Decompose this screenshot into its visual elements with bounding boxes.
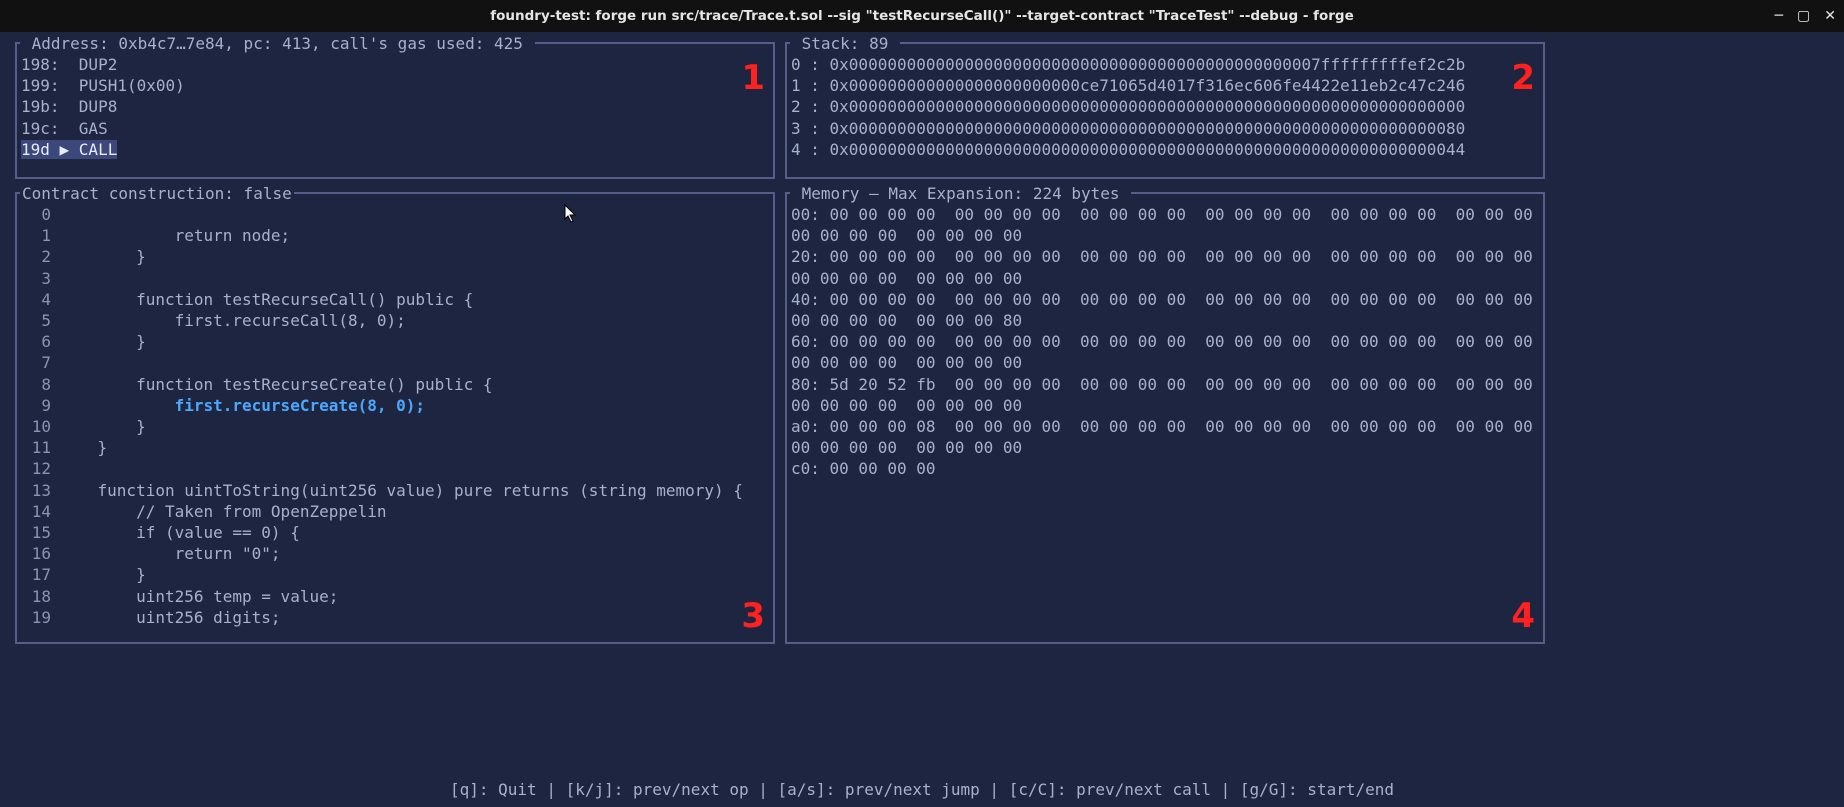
source-line[interactable]: 15 if (value == 0) { (21, 522, 769, 543)
line-number: 3 (21, 268, 59, 289)
source-text: return node; (59, 225, 290, 246)
source-line[interactable]: 16 return "0"; (21, 543, 769, 564)
opcode-pane: Address: 0xb4c7…7e84, pc: 413, call's ga… (15, 42, 775, 179)
line-number: 1 (21, 225, 59, 246)
source-pane-title: Contract construction: false (20, 184, 294, 203)
source-text: function uintToString(uint256 value) pur… (59, 480, 743, 501)
source-line[interactable]: 14 // Taken from OpenZeppelin (21, 501, 769, 522)
source-line[interactable]: 13 function uintToString(uint256 value) … (21, 480, 769, 501)
memory-row: 60: 00 00 00 00 00 00 00 00 00 00 00 00 … (791, 331, 1539, 352)
source-line[interactable]: 0 (21, 204, 769, 225)
source-line[interactable]: 3 (21, 268, 769, 289)
source-pane: Contract construction: false 3 01 return… (15, 192, 775, 644)
memory-row: a0: 00 00 00 08 00 00 00 00 00 00 00 00 … (791, 416, 1539, 437)
line-number: 8 (21, 374, 59, 395)
stack-row: 0 : 0x0000000000000000000000000000000000… (791, 54, 1539, 75)
stack-row: 3 : 0x0000000000000000000000000000000000… (791, 118, 1539, 139)
line-number: 5 (21, 310, 59, 331)
source-text: uint256 digits; (59, 607, 281, 628)
source-text: if (value == 0) { (59, 522, 300, 543)
stack-pane-title: Stack: 89 (790, 34, 900, 53)
memory-row: 80: 5d 20 52 fb 00 00 00 00 00 00 00 00 … (791, 374, 1539, 395)
line-number: 4 (21, 289, 59, 310)
line-number: 14 (21, 501, 59, 522)
line-number: 2 (21, 246, 59, 267)
source-text: } (59, 564, 146, 585)
memory-row: 00 00 00 00 00 00 00 00 (791, 268, 1539, 289)
debugger-app: Address: 0xb4c7…7e84, pc: 413, call's ga… (0, 32, 1844, 807)
window-title: foundry-test: forge run src/trace/Trace.… (490, 8, 1354, 24)
source-line[interactable]: 1 return node; (21, 225, 769, 246)
memory-row: 40: 00 00 00 00 00 00 00 00 00 00 00 00 … (791, 289, 1539, 310)
source-line[interactable]: 8 function testRecurseCreate() public { (21, 374, 769, 395)
minimize-icon[interactable]: ─ (1775, 9, 1783, 23)
memory-list[interactable]: 00: 00 00 00 00 00 00 00 00 00 00 00 00 … (791, 204, 1539, 638)
opcode-pane-title: Address: 0xb4c7…7e84, pc: 413, call's ga… (20, 34, 535, 53)
opcode-row[interactable]: 198: DUP2 (21, 54, 769, 75)
opcode-list[interactable]: 198: DUP2199: PUSH1(0x00)19b: DUP819c: G… (21, 54, 769, 173)
line-number: 18 (21, 586, 59, 607)
line-number: 0 (21, 204, 59, 225)
source-line[interactable]: 4 function testRecurseCall() public { (21, 289, 769, 310)
source-line[interactable]: 10 } (21, 416, 769, 437)
opcode-row[interactable]: 19c: GAS (21, 118, 769, 139)
source-line[interactable]: 11 } (21, 437, 769, 458)
source-text: return "0"; (59, 543, 281, 564)
source-text: } (59, 416, 146, 437)
keybindings-footer: [q]: Quit | [k/j]: prev/next op | [a/s]:… (0, 780, 1844, 799)
memory-row: 00: 00 00 00 00 00 00 00 00 00 00 00 00 … (791, 204, 1539, 225)
stack-row: 1 : 0x000000000000000000000000ce71065d40… (791, 75, 1539, 96)
source-line[interactable]: 17 } (21, 564, 769, 585)
opcode-row[interactable]: 19b: DUP8 (21, 96, 769, 117)
line-number: 12 (21, 458, 59, 479)
opcode-row[interactable]: 19d ▶ CALL (21, 139, 769, 160)
source-text: uint256 temp = value; (59, 586, 338, 607)
memory-pane-title: Memory – Max Expansion: 224 bytes (790, 184, 1131, 203)
line-number: 6 (21, 331, 59, 352)
source-text: first.recurseCreate(8, 0); (59, 395, 425, 416)
source-line[interactable]: 12 (21, 458, 769, 479)
window-controls: ─ ▢ ✕ (1775, 0, 1836, 32)
stack-list[interactable]: 0 : 0x0000000000000000000000000000000000… (791, 54, 1539, 173)
source-line[interactable]: 7 (21, 352, 769, 373)
source-line[interactable]: 5 first.recurseCall(8, 0); (21, 310, 769, 331)
source-line[interactable]: 2 } (21, 246, 769, 267)
stack-pane: Stack: 89 2 0 : 0x0000000000000000000000… (785, 42, 1545, 179)
memory-row: 00 00 00 00 00 00 00 80 (791, 310, 1539, 331)
source-text: } (59, 246, 146, 267)
titlebar: foundry-test: forge run src/trace/Trace.… (0, 0, 1844, 32)
line-number: 19 (21, 607, 59, 628)
source-text: first.recurseCall(8, 0); (59, 310, 406, 331)
line-number: 16 (21, 543, 59, 564)
source-line[interactable]: 9 first.recurseCreate(8, 0); (21, 395, 769, 416)
memory-row: c0: 00 00 00 00 (791, 458, 1539, 479)
memory-row: 00 00 00 00 00 00 00 00 (791, 352, 1539, 373)
memory-row: 00 00 00 00 00 00 00 00 (791, 437, 1539, 458)
memory-pane: Memory – Max Expansion: 224 bytes 4 00: … (785, 192, 1545, 644)
source-text: function testRecurseCall() public { (59, 289, 473, 310)
close-icon[interactable]: ✕ (1824, 9, 1836, 23)
stack-row: 2 : 0x0000000000000000000000000000000000… (791, 96, 1539, 117)
line-number: 9 (21, 395, 59, 416)
line-number: 17 (21, 564, 59, 585)
maximize-icon[interactable]: ▢ (1797, 9, 1810, 23)
memory-row: 00 00 00 00 00 00 00 00 (791, 225, 1539, 246)
memory-row: 00 00 00 00 00 00 00 00 (791, 395, 1539, 416)
source-list[interactable]: 01 return node;2 }34 function testRecurs… (21, 204, 769, 638)
line-number: 10 (21, 416, 59, 437)
line-number: 15 (21, 522, 59, 543)
source-text: function testRecurseCreate() public { (59, 374, 492, 395)
opcode-row[interactable]: 199: PUSH1(0x00) (21, 75, 769, 96)
line-number: 7 (21, 352, 59, 373)
source-line[interactable]: 19 uint256 digits; (21, 607, 769, 628)
memory-row: 20: 00 00 00 00 00 00 00 00 00 00 00 00 … (791, 246, 1539, 267)
source-text: // Taken from OpenZeppelin (59, 501, 387, 522)
source-line[interactable]: 6 } (21, 331, 769, 352)
line-number: 13 (21, 480, 59, 501)
stack-row: 4 : 0x0000000000000000000000000000000000… (791, 139, 1539, 160)
source-line[interactable]: 18 uint256 temp = value; (21, 586, 769, 607)
line-number: 11 (21, 437, 59, 458)
source-text: } (59, 437, 107, 458)
source-text: } (59, 331, 146, 352)
